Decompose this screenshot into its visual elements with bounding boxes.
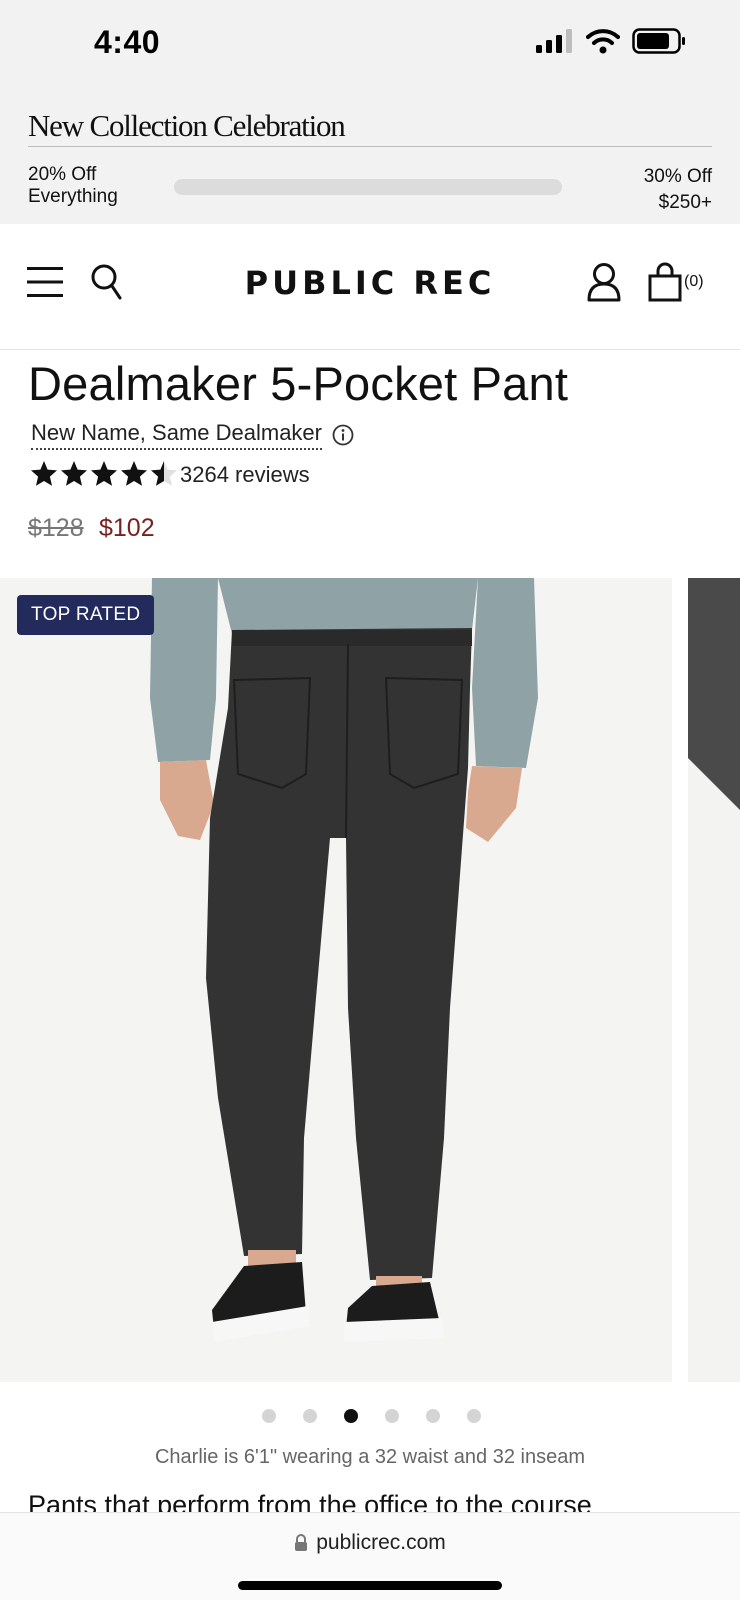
rename-note-text[interactable]: New Name, Same Dealmaker: [31, 420, 322, 450]
promo-progress-bar: [174, 179, 562, 195]
info-icon[interactable]: [332, 424, 354, 446]
rename-note[interactable]: New Name, Same Dealmaker: [31, 420, 354, 450]
home-indicator[interactable]: [238, 1581, 502, 1590]
product-image[interactable]: TOP RATED: [0, 578, 672, 1382]
star-icon: [61, 461, 87, 486]
star-icon: [151, 461, 177, 486]
star-icon: [121, 461, 147, 486]
pagination-dot[interactable]: [302, 1409, 317, 1423]
account-button[interactable]: [586, 260, 622, 304]
battery-icon: [632, 28, 685, 54]
promo-tier-left: 20% Off Everything: [28, 164, 118, 208]
site-logo[interactable]: PUBLIC REC: [0, 264, 740, 302]
promo-tier-right-line2: $250+: [658, 192, 712, 213]
product-title: Dealmaker 5-Pocket Pant: [28, 357, 569, 410]
star-icon: [31, 461, 57, 486]
wifi-icon: [586, 29, 620, 54]
image-caption: Charlie is 6'1" wearing a 32 waist and 3…: [154, 1446, 586, 1468]
next-product-image-peek[interactable]: [688, 578, 740, 1382]
next-image-preview: [688, 578, 740, 1382]
promo-banner: New Collection Celebration 20% Off Every…: [0, 90, 740, 224]
promo-tier-left-line1: 20% Off: [28, 164, 97, 185]
product-image-gallery[interactable]: TOP RATED: [0, 578, 740, 1382]
pagination-dot[interactable]: [466, 1409, 481, 1423]
model-wearing-pants-image: [0, 578, 672, 1382]
user-icon: [587, 263, 621, 302]
promo-tier-right: 30% Off $250+: [644, 164, 712, 216]
address-display[interactable]: publicrec.com: [0, 1531, 740, 1555]
cart-button[interactable]: (0): [648, 260, 704, 304]
star-icon: [91, 461, 117, 486]
site-header: PUBLIC REC (0): [0, 224, 740, 350]
lock-icon: [295, 1534, 308, 1551]
pagination-dot[interactable]: [343, 1409, 358, 1423]
promo-tier-left-line2: Everything: [28, 186, 118, 207]
gallery-pagination-dots: [0, 1409, 740, 1423]
shopping-bag-icon: [648, 262, 682, 302]
status-time: 4:40: [94, 24, 161, 60]
original-price: $128: [28, 514, 84, 542]
status-icons: [536, 28, 686, 54]
reviews-link[interactable]: 3264 reviews: [180, 462, 310, 488]
promo-title: New Collection Celebration: [28, 108, 346, 143]
promo-divider: [28, 146, 712, 147]
url-text: publicrec.com: [316, 1531, 446, 1554]
browser-address-bar[interactable]: publicrec.com: [0, 1512, 740, 1600]
pagination-dot[interactable]: [384, 1409, 399, 1423]
pagination-dot[interactable]: [425, 1409, 440, 1423]
status-bar: 4:40: [0, 0, 740, 90]
promo-tier-right-line1: 30% Off: [643, 166, 712, 187]
top-rated-badge: TOP RATED: [17, 595, 155, 635]
sale-price: $102: [99, 514, 155, 542]
star-rating[interactable]: [30, 460, 178, 488]
cellular-signal-icon: [536, 29, 572, 53]
pagination-dot[interactable]: [261, 1409, 276, 1423]
cart-count: (0): [684, 273, 704, 290]
